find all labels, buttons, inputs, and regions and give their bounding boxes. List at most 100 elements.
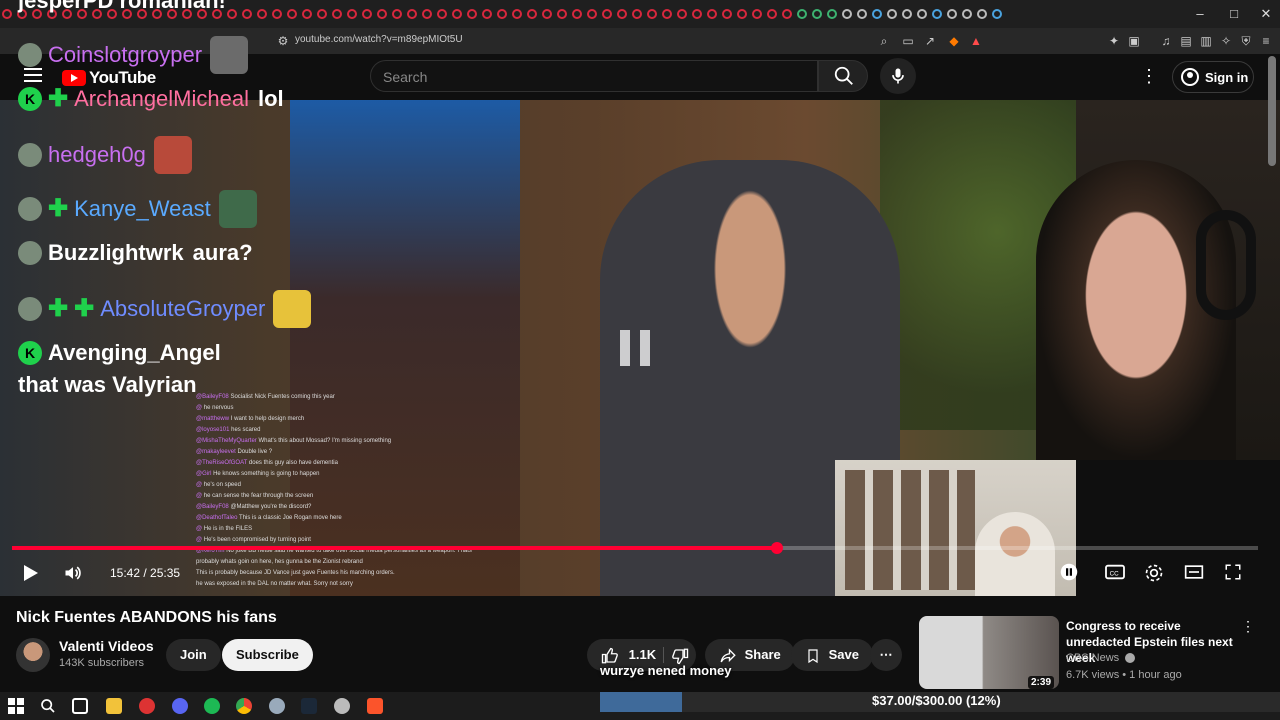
embedded-chat-user: @BaileyF08 (196, 504, 231, 510)
donation-goal-fill (600, 692, 682, 712)
embedded-chat-row: @ He is in the FILES (196, 524, 486, 535)
channel-avatar[interactable] (16, 638, 50, 672)
app-icon-3[interactable] (334, 698, 350, 714)
brave-rewards-icon[interactable]: ▲ (968, 33, 984, 49)
embedded-chat-row: @ he's on speed (196, 480, 486, 491)
brave-icon[interactable] (367, 698, 383, 714)
play-button[interactable] (20, 563, 40, 583)
progress-bar[interactable] (12, 542, 1258, 554)
maximize-button[interactable]: □ (1224, 6, 1244, 22)
embedded-chat-text: hes scared (231, 427, 261, 433)
headphones (1196, 210, 1256, 320)
embedded-chat-row: @mattheww I want to help design merch (196, 414, 486, 425)
more-actions-button[interactable]: ⋯ (870, 639, 902, 671)
share-page-icon[interactable]: ↗ (922, 33, 938, 49)
pause-overlay-icon[interactable] (620, 330, 650, 366)
minimize-button[interactable]: – (1190, 6, 1210, 22)
join-button[interactable]: Join (166, 639, 221, 671)
spotify-icon[interactable] (204, 698, 220, 714)
embedded-chat-row: @makayleevet Double live ? (196, 447, 486, 458)
chat-username: Avenging_Angel (48, 340, 221, 365)
embedded-chat-row: @BaileyF08 @Matthew you're the discord? (196, 502, 486, 513)
subscribe-button[interactable]: Subscribe (222, 639, 313, 671)
search-icon (834, 66, 853, 85)
settings-menu-icon[interactable]: ⋮ (1140, 66, 1158, 86)
channel-name[interactable]: Valenti Videos (59, 638, 154, 654)
captions-button[interactable]: CC (1104, 563, 1126, 583)
close-window-button[interactable]: ✕ (1256, 6, 1276, 22)
browser-menu-icon[interactable]: ≡ (1258, 33, 1274, 49)
scrollbar[interactable] (1268, 56, 1276, 166)
vpn-icon[interactable]: ⛨ (1238, 33, 1254, 49)
progress-fill (12, 546, 778, 550)
fullscreen-button[interactable] (1224, 563, 1246, 583)
chat-line-partial: jesperPD romanian! (18, 0, 226, 13)
chat-message: ✚ ✚ AbsoluteGroyper (18, 290, 312, 328)
taskbar-search-icon[interactable] (40, 698, 56, 714)
subscriber-count: 143K subscribers (59, 657, 144, 669)
embedded-chat-text: probably whats goin on here, hes gunna b… (196, 559, 363, 565)
steam-icon[interactable] (301, 698, 317, 714)
media-icon[interactable]: ♫ (1158, 33, 1174, 49)
chat-text: lol (257, 86, 284, 111)
save-label: Save (828, 647, 859, 662)
zoom-icon[interactable]: ⌕ (876, 33, 892, 49)
file-explorer-icon[interactable] (106, 698, 122, 714)
embedded-chat-row: @ He's been compromised by turning point (196, 535, 486, 546)
windows-start-icon[interactable] (8, 698, 24, 714)
sidebar-icon[interactable]: ▣ (1126, 33, 1142, 49)
volume-button[interactable] (62, 563, 86, 583)
donation-goal-text: $37.00/$300.00 (12%) (872, 693, 1001, 708)
embedded-chat-user: @TheRiseOfGOAT (196, 460, 249, 466)
chat-emote (273, 290, 312, 328)
account-icon (1181, 68, 1199, 86)
chat-avatar (18, 241, 42, 265)
embedded-chat-user: @ (196, 493, 204, 499)
embedded-chat-text: He knows something is going to happen (213, 471, 320, 477)
sign-in-button[interactable]: Sign in (1172, 61, 1254, 93)
like-count: 1.1K (628, 647, 657, 662)
recommended-menu-icon[interactable]: ⋮ (1241, 618, 1255, 635)
task-view-icon[interactable] (72, 698, 88, 714)
wallet-icon[interactable]: ▥ (1198, 33, 1214, 49)
share-label: Share (744, 647, 781, 662)
chrome-icon[interactable] (236, 698, 252, 714)
embedded-chat-row: he was exposed in the DAL no matter what… (196, 579, 486, 590)
extensions-icon[interactable]: ✦ (1106, 33, 1122, 49)
app-icon[interactable] (139, 698, 155, 714)
reader-icon[interactable]: ▤ (1178, 33, 1194, 49)
search-input[interactable] (383, 67, 803, 87)
chat-username: Coinslotgroyper (48, 42, 203, 67)
chat-message: Buzzlightwrk aura? (18, 240, 253, 266)
chat-avatar (18, 143, 42, 167)
app-icon-2[interactable] (269, 698, 285, 714)
pause-button-small[interactable] (1060, 563, 1080, 583)
chat-text-continued: that was Valyrian (18, 372, 197, 397)
gear-icon (1145, 564, 1163, 582)
stream-caption-text: wurzye nened money (600, 663, 732, 678)
chat-message: ✚ Kanye_Weast (18, 190, 257, 228)
scrubber-handle[interactable] (771, 542, 784, 554)
chat-username: ArchangelMicheal (74, 86, 249, 111)
diamond-badge-icon: ✚ (74, 295, 95, 322)
search-button[interactable] (818, 60, 868, 92)
streamer-webcam (1036, 100, 1280, 460)
wall-posters (845, 470, 975, 590)
discord-icon[interactable] (172, 698, 188, 714)
theater-mode-button[interactable] (1184, 563, 1206, 583)
embedded-chat-row: @DeathofTaleo This is a classic Joe Roga… (196, 513, 486, 524)
save-button[interactable]: Save (791, 639, 873, 671)
stream-chat-overlay: jesperPD romanian! Coinslotgroyper K ✚ Arch… (0, 0, 340, 400)
recommended-channel-name[interactable]: CBS News (1066, 652, 1136, 664)
voice-search-button[interactable] (880, 58, 916, 94)
pause-icon (1060, 563, 1078, 581)
install-icon[interactable]: ▭ (900, 33, 916, 49)
like-divider (663, 647, 664, 663)
leo-icon[interactable]: ✧ (1218, 33, 1234, 49)
chat-username: Kanye_Weast (74, 196, 211, 221)
embedded-chat-row: @ he can sense the fear through the scre… (196, 491, 486, 502)
brave-shield-icon[interactable]: ◆ (946, 33, 962, 49)
verified-icon (1125, 653, 1136, 664)
settings-button[interactable] (1144, 563, 1166, 583)
theater-icon (1184, 565, 1204, 579)
